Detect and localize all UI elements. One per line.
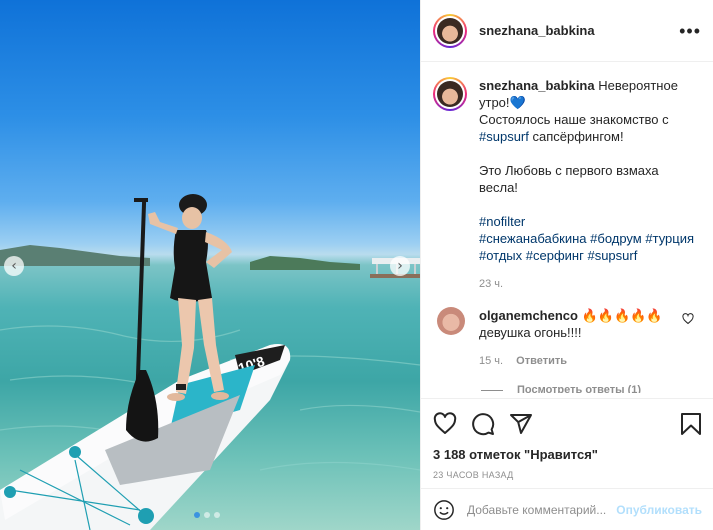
carousel-indicator — [194, 512, 220, 518]
island-right — [250, 256, 360, 270]
share-button[interactable] — [509, 412, 533, 436]
commenter-username[interactable]: olganemchenco — [479, 308, 578, 323]
comment-time: 15 ч. — [479, 355, 504, 367]
bookmark-icon — [681, 413, 701, 435]
hashtag-link[interactable]: #бодрум — [590, 231, 642, 246]
comment-button[interactable] — [471, 412, 495, 436]
comment-bubble-icon — [472, 413, 495, 436]
hashtag-link[interactable]: #отдых — [479, 248, 522, 263]
paddle — [126, 198, 159, 442]
commenter-avatar[interactable] — [437, 307, 465, 335]
hashtag-link[interactable]: #турция — [645, 231, 694, 246]
blue-heart-icon: 💙 — [509, 95, 526, 110]
paper-plane-icon — [510, 414, 532, 434]
publish-button[interactable]: Опубликовать — [616, 503, 702, 517]
caption-line-2: Состоялось наше знакомство с — [479, 112, 669, 127]
chevron-left-icon: ‹ — [11, 258, 17, 274]
post-caption: snezhana_babkina Невероятное утро!💙 Сост… — [433, 77, 702, 293]
post-actions: 3 188 отметок "Нравится" 23 ЧАСОВ НАЗАД — [421, 398, 713, 480]
hashtag-link[interactable]: #серфинг — [526, 248, 584, 263]
heart-icon — [433, 412, 457, 434]
more-options-icon[interactable]: ••• — [679, 22, 701, 40]
hashtag-link[interactable]: #supsurf — [587, 248, 637, 263]
chevron-right-icon: › — [397, 258, 403, 274]
add-comment-bar: Добавьте комментарий... Опубликовать — [421, 488, 713, 530]
reply-button[interactable]: Ответить — [516, 355, 567, 367]
fire-emoji-icon: 🔥🔥🔥🔥🔥 — [581, 308, 663, 323]
save-button[interactable] — [680, 412, 702, 436]
caption-line-3: Это Любовь с первого взмаха весла! — [479, 163, 659, 195]
carousel-dot — [204, 512, 210, 518]
carousel-dot — [214, 512, 220, 518]
caption-time: 23 ч. — [479, 278, 504, 290]
author-avatar[interactable] — [433, 13, 467, 48]
view-replies-button[interactable]: Посмотреть ответы (1) — [481, 384, 702, 393]
view-replies-label: Посмотреть ответы (1) — [517, 384, 642, 393]
comment-text: девушка огонь!!!! — [479, 325, 582, 340]
heart-outline-icon[interactable] — [682, 313, 694, 325]
post-sidebar: snezhana_babkina ••• snezhana_babkina Не… — [420, 0, 713, 530]
carousel-dot — [194, 512, 200, 518]
next-photo-button[interactable]: › — [390, 256, 410, 276]
like-button[interactable] — [433, 412, 457, 436]
previous-photo-button[interactable]: ‹ — [4, 256, 24, 276]
posted-time[interactable]: 23 ЧАСОВ НАЗАД — [433, 470, 702, 480]
comment-input[interactable]: Добавьте комментарий... — [467, 503, 616, 517]
hashtag-link[interactable]: #supsurf — [479, 129, 529, 144]
caption-username[interactable]: snezhana_babkina — [479, 78, 595, 93]
post-photo[interactable]: 10'8 ‹ › — [0, 0, 420, 530]
hashtag-link[interactable]: #nofilter — [479, 214, 525, 229]
caption-avatar[interactable] — [433, 77, 467, 111]
person — [148, 194, 232, 401]
photo-scene: 10'8 — [0, 194, 420, 530]
comment-item: olganemchenco 🔥🔥🔥🔥🔥 девушка огонь!!!! 15… — [433, 307, 702, 370]
post-header: snezhana_babkina ••• — [421, 0, 713, 62]
author-username[interactable]: snezhana_babkina — [479, 23, 595, 38]
smiley-icon — [434, 499, 454, 520]
hashtag-link[interactable]: #снежанабабкина — [479, 231, 587, 246]
emoji-button[interactable] — [433, 499, 455, 521]
comments-section[interactable]: snezhana_babkina Невероятное утро!💙 Сост… — [421, 63, 713, 393]
caption-line-2-end: сапсёрфингом! — [528, 129, 624, 144]
likes-count[interactable]: 3 188 отметок "Нравится" — [433, 447, 702, 462]
